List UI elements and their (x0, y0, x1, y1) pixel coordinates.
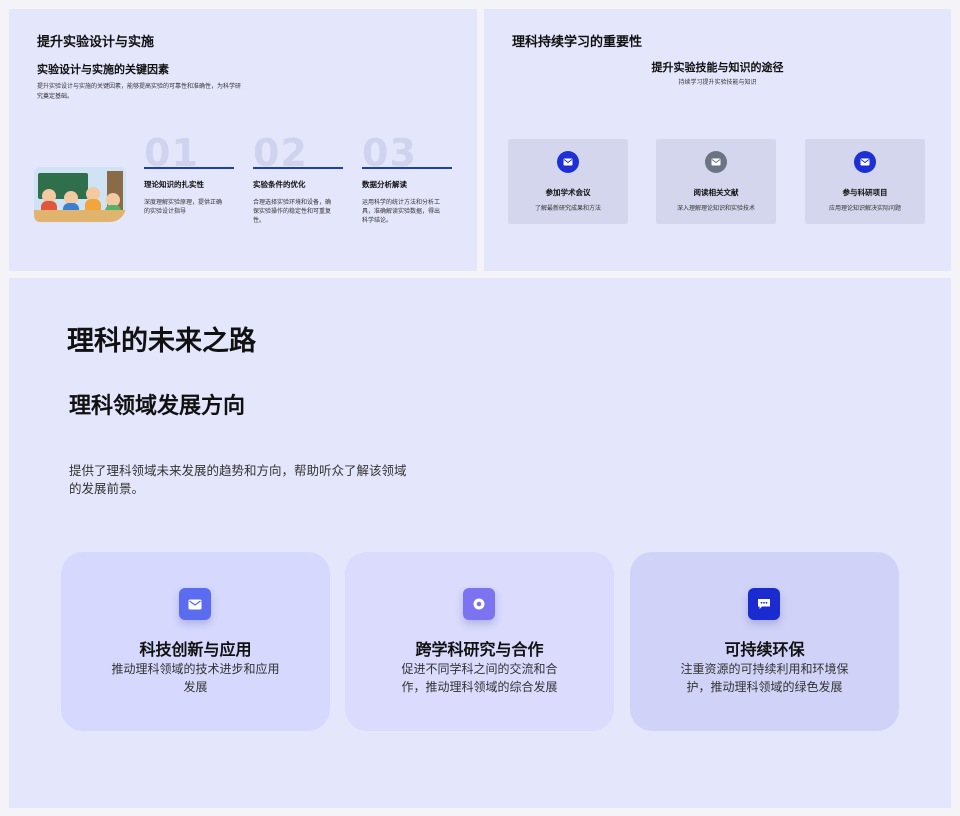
key-factor-3: 03 数据分析解读 运用科学的统计方法和分析工具，准确解读实验数据，得出科学结论… (362, 133, 452, 225)
classroom-illustration (34, 167, 126, 222)
mail-icon (179, 588, 211, 620)
factor-divider (144, 167, 234, 169)
slide-experiment-design: 提升实验设计与实施 实验设计与实施的关键因素 提升实验设计与实施的关键因素，能够… (9, 9, 477, 271)
learning-card-conference: 参加学术会议 了解最新研究成果和方法 (508, 139, 628, 224)
card-title: 跨学科研究与合作 (415, 640, 544, 659)
mail-icon (557, 151, 579, 173)
slide-future-path: 理科的未来之路 理科领域发展方向 提供了理科领域未来发展的趋势和方向，帮助听众了… (9, 278, 951, 808)
card-title: 参加学术会议 (545, 188, 591, 197)
card-title: 科技创新与应用 (139, 640, 252, 659)
card-desc: 应用理论知识解决实际问题 (828, 205, 901, 212)
key-factor-2: 02 实验条件的优化 合理选择实验环境和设备，确保实验操作的稳定性和可重复性。 (253, 133, 343, 225)
direction-card-sustainability: 可持续环保 注重资源的可持续利用和环境保护，推动理科领域的绿色发展 (630, 552, 899, 731)
direction-card-innovation: 科技创新与应用 推动理科领域的技术进步和应用发展 (61, 552, 330, 731)
card-desc: 促进不同学科之间的交流和合作，推动理科领域的综合发展 (401, 662, 558, 694)
factor-divider (253, 167, 343, 169)
slide2-subdesc: 持续学习提升实验技能与知识 (678, 79, 757, 86)
mail-icon (854, 151, 876, 173)
key-factor-1: 01 理论知识的扎实性 深度理解实验原理，提供正确的实验设计指导 (144, 133, 234, 216)
chat-icon (748, 588, 780, 620)
factor-title: 理论知识的扎实性 (144, 180, 204, 189)
mail-icon (705, 151, 727, 173)
slide1-subtitle: 实验设计与实施的关键因素 (37, 63, 169, 76)
card-desc: 了解最新研究成果和方法 (534, 205, 601, 212)
card-desc: 注重资源的可持续利用和环境保护，推动理科领域的绿色发展 (680, 662, 849, 694)
factor-desc: 合理选择实验环境和设备，确保实验操作的稳定性和可重复性。 (253, 199, 332, 224)
card-desc: 深入理解理论知识和实验技术 (676, 205, 755, 212)
factor-desc: 深度理解实验原理，提供正确的实验设计指导 (144, 199, 223, 215)
slide3-subtitle: 理科领域发展方向 (69, 394, 246, 419)
card-title: 参与科研项目 (842, 188, 888, 197)
card-title: 可持续环保 (724, 640, 805, 659)
card-desc: 推动理科领域的技术进步和应用发展 (111, 662, 280, 694)
slide-continuous-learning: 理科持续学习的重要性 提升实验技能与知识的途径 持续学习提升实验技能与知识 参加… (484, 9, 951, 271)
slide1-description: 提升实验设计与实施的关键因素，能够提高实验的可靠性和准确性，为科学研究奠定基础。 (37, 83, 242, 100)
slide1-title: 提升实验设计与实施 (37, 35, 155, 50)
factor-title: 实验条件的优化 (253, 180, 306, 189)
slide2-subtitle: 提升实验技能与知识的途径 (651, 61, 784, 74)
learning-card-literature: 阅读相关文献 深入理解理论知识和实验技术 (656, 139, 776, 224)
factor-desc: 运用科学的统计方法和分析工具，准确解读实验数据，得出科学结论。 (362, 199, 441, 224)
factor-divider (362, 167, 452, 169)
card-title: 阅读相关文献 (693, 188, 739, 197)
direction-card-interdisciplinary: 跨学科研究与合作 促进不同学科之间的交流和合作，推动理科领域的综合发展 (345, 552, 614, 731)
target-icon (463, 588, 495, 620)
slide3-title: 理科的未来之路 (67, 326, 256, 357)
factor-title: 数据分析解读 (362, 180, 407, 189)
slide3-description: 提供了理科领域未来发展的趋势和方向，帮助听众了解该领域的发展前景。 (69, 463, 407, 496)
slide2-title: 理科持续学习的重要性 (512, 35, 643, 50)
learning-card-research: 参与科研项目 应用理论知识解决实际问题 (805, 139, 925, 224)
